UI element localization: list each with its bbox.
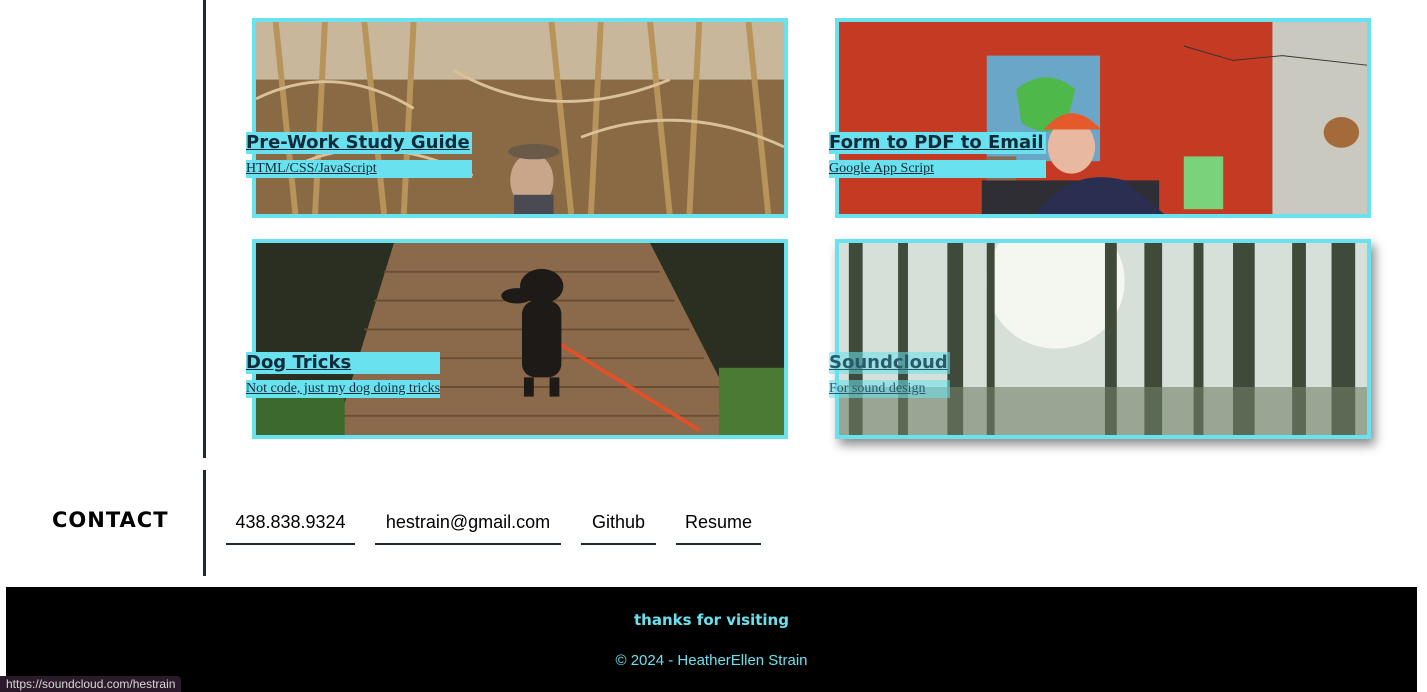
project-card-soundcloud[interactable] — [835, 239, 1371, 439]
status-bar-url: https://soundcloud.com/hestrain — [0, 676, 182, 692]
red-room-selfie-photo — [839, 22, 1367, 214]
project-card-form-to-pdf[interactable] — [835, 18, 1371, 218]
cornfield-scarecrow-photo — [256, 22, 784, 214]
project-title[interactable]: Pre-Work Study Guide — [246, 132, 472, 154]
dachshund-on-boardwalk-photo — [256, 243, 784, 435]
project-subtitle[interactable]: Google App Script — [829, 160, 1046, 178]
footer-copyright: © 2024 - HeatherEllen Strain — [615, 652, 808, 669]
project-caption-form-to-pdf[interactable]: Form to PDF to Email Google App Script — [829, 132, 1046, 178]
project-caption-soundcloud[interactable]: Soundcloud For sound design — [829, 352, 950, 398]
footer: thanks for visiting © 2024 - HeatherElle… — [6, 587, 1417, 692]
email-link[interactable]: hestrain@gmail.com — [375, 505, 561, 545]
github-link[interactable]: Github — [581, 505, 656, 545]
project-subtitle[interactable]: Not code, just my dog doing tricks — [246, 380, 441, 398]
section-divider-line — [203, 0, 206, 458]
phone-link[interactable]: 438.838.9324 — [226, 505, 355, 545]
project-title[interactable]: Soundcloud — [829, 352, 950, 374]
pine-forest-photo — [839, 243, 1367, 435]
project-subtitle[interactable]: For sound design — [829, 380, 950, 398]
project-card-study-guide[interactable] — [252, 18, 788, 218]
resume-link[interactable]: Resume — [676, 505, 761, 545]
project-title[interactable]: Dog Tricks — [246, 352, 441, 374]
project-title[interactable]: Form to PDF to Email — [829, 132, 1046, 154]
footer-thanks: thanks for visiting — [634, 611, 789, 629]
project-caption-study-guide[interactable]: Pre-Work Study Guide HTML/CSS/JavaScript — [246, 132, 472, 178]
project-subtitle[interactable]: HTML/CSS/JavaScript — [246, 160, 472, 178]
project-card-dog-tricks[interactable] — [252, 239, 788, 439]
contact-divider-line — [203, 470, 206, 576]
project-caption-dog-tricks[interactable]: Dog Tricks Not code, just my dog doing t… — [246, 352, 441, 398]
contact-heading: CONTACT — [52, 508, 169, 532]
